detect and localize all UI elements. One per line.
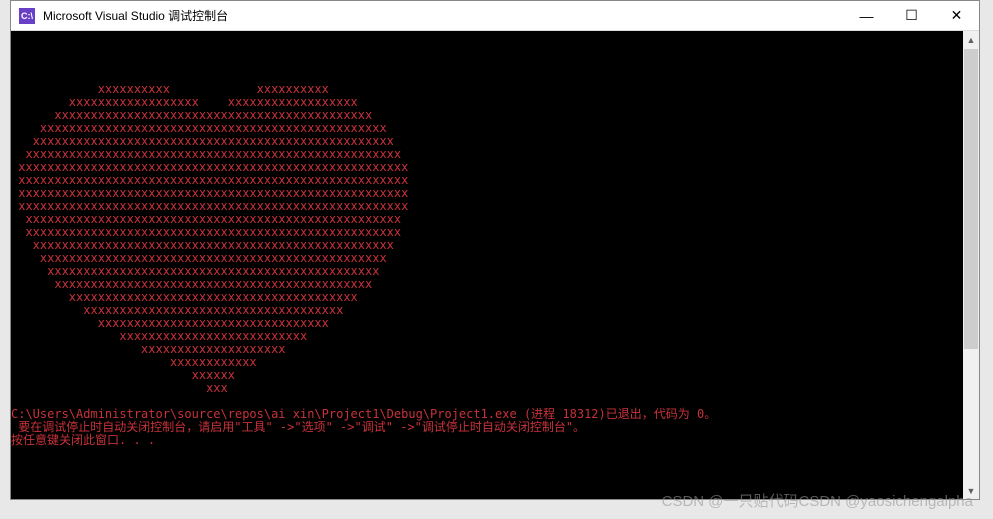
scroll-thumb[interactable] <box>964 49 978 349</box>
window-title: Microsoft Visual Studio 调试控制台 <box>43 7 844 24</box>
scroll-up-arrow[interactable]: ▲ <box>963 31 979 48</box>
maximize-button[interactable]: ☐ <box>889 1 934 31</box>
console-window: C:\ Microsoft Visual Studio 调试控制台 — ☐ ✕ … <box>10 0 980 500</box>
console-area[interactable]: xxxxxxxxxx xxxxxxxxxx xxxxxxxxxxxxxxxxxx… <box>11 31 979 499</box>
minimize-button[interactable]: — <box>844 1 889 31</box>
app-icon: C:\ <box>19 8 35 24</box>
app-icon-text: C:\ <box>21 11 33 21</box>
close-button[interactable]: ✕ <box>934 1 979 31</box>
console-output: xxxxxxxxxx xxxxxxxxxx xxxxxxxxxxxxxxxxxx… <box>11 31 979 447</box>
scrollbar-vertical[interactable]: ▲ ▼ <box>963 31 979 499</box>
scroll-down-arrow[interactable]: ▼ <box>963 482 979 499</box>
titlebar[interactable]: C:\ Microsoft Visual Studio 调试控制台 — ☐ ✕ <box>11 1 979 31</box>
window-controls: — ☐ ✕ <box>844 1 979 31</box>
